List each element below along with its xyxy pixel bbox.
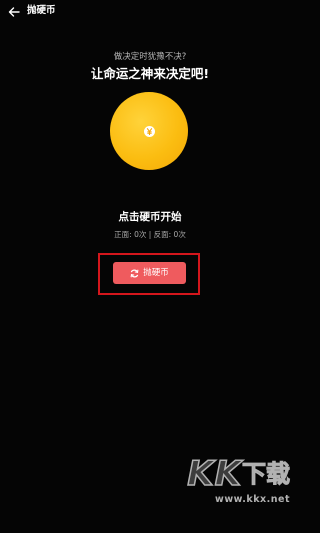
page-title: 抛硬币 (27, 5, 56, 16)
coin[interactable] (110, 92, 188, 170)
flip-coin-label: 抛硬币 (143, 268, 169, 278)
flip-stats: 正面: 0次 | 反面: 0次 (114, 230, 186, 239)
watermark-logo: K K 下载 (187, 453, 291, 495)
top-bar: 抛硬币 (0, 0, 300, 24)
watermark-url: www.kkx.net (215, 494, 290, 505)
refresh-icon (130, 269, 139, 277)
headline: 让命运之神来决定吧! (90, 66, 210, 81)
start-prompt: 点击硬币开始 (118, 211, 182, 223)
subtitle: 做决定时犹豫不决? (113, 52, 187, 62)
flip-coin-button[interactable]: 抛硬币 (113, 262, 186, 284)
back-button[interactable] (6, 5, 22, 19)
arrow-left-icon (8, 7, 20, 17)
watermark: K K 下载 www.kkx.net (160, 453, 291, 505)
yen-icon (143, 125, 155, 137)
